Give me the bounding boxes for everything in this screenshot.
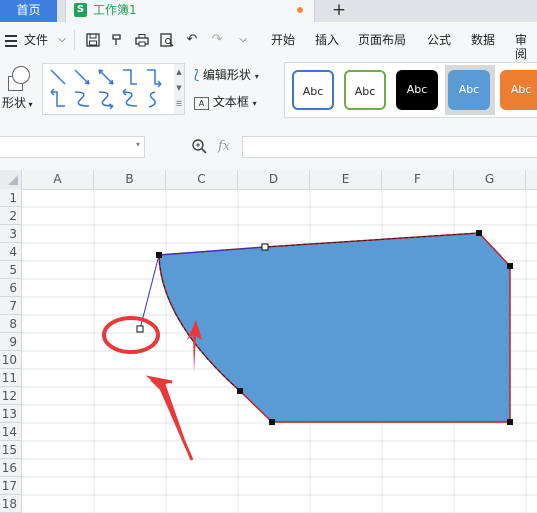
control-point-handle[interactable]: [136, 325, 144, 333]
vertex-handle[interactable]: [476, 230, 482, 236]
vertex-handle[interactable]: [156, 252, 162, 258]
annotation-arrow-head-icon: [145, 375, 194, 461]
drawing-layer: [102, 230, 513, 461]
annotation-circle: [102, 316, 160, 354]
freeform-shape[interactable]: [158, 232, 511, 423]
vertex-handle[interactable]: [507, 263, 513, 269]
vertex-handle[interactable]: [269, 419, 275, 425]
vertex-handle[interactable]: [237, 388, 243, 394]
vertex-handle[interactable]: [507, 419, 513, 425]
control-point-handle[interactable]: [261, 243, 269, 251]
